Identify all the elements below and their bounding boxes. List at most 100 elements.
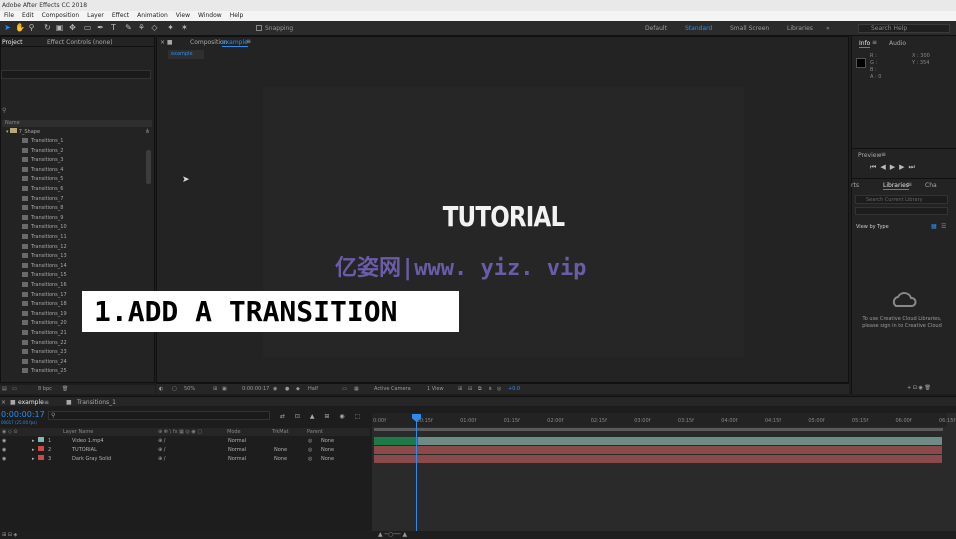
project-scrollbar[interactable]: [146, 150, 151, 184]
layer-bar-tutorial[interactable]: [374, 446, 942, 454]
menu-layer[interactable]: Layer: [83, 11, 108, 21]
project-item[interactable]: Transitions_8: [22, 204, 63, 213]
menu-file[interactable]: File: [0, 11, 18, 21]
clone-tool-icon[interactable]: ⚘: [137, 23, 146, 33]
menu-view[interactable]: View: [172, 11, 194, 21]
toggle-pixel-icon[interactable]: ⊞: [458, 384, 462, 394]
project-item[interactable]: Transitions_15: [22, 271, 67, 280]
twirl-icon[interactable]: ▸: [32, 437, 35, 446]
pickwhip-icon[interactable]: ◎: [308, 446, 312, 455]
folder-row[interactable]: ▾ 7_Shape: [6, 128, 40, 135]
tab-project[interactable]: Project: [2, 39, 23, 46]
exposure-icon[interactable]: ◎: [497, 384, 501, 394]
last-frame-icon[interactable]: ⏭: [908, 163, 918, 171]
project-item[interactable]: Transitions_14: [22, 262, 67, 271]
flowchart-icon-comp[interactable]: ⋔: [488, 384, 492, 394]
search-help-input[interactable]: Search Help: [858, 24, 950, 33]
first-frame-icon[interactable]: ⏮: [870, 163, 880, 171]
toggle-icons[interactable]: ⊞ ⊟ ◈: [2, 532, 17, 538]
library-select[interactable]: [855, 207, 948, 215]
timeline-switch-icons[interactable]: ⇄ ⊡ ▲ ⊞ ◉ ⬚: [280, 413, 364, 420]
project-item[interactable]: Transitions_11: [22, 233, 67, 242]
prev-frame-icon[interactable]: ◀: [880, 163, 889, 171]
resolution-icon[interactable]: ◆: [296, 384, 300, 394]
layer-trkmat-select[interactable]: None: [274, 446, 287, 455]
project-item[interactable]: Transitions_3: [22, 156, 63, 165]
snapping-checkbox[interactable]: [256, 25, 262, 31]
rectangle-tool-icon[interactable]: ▭: [83, 23, 92, 33]
layer-label-color[interactable]: [38, 446, 44, 451]
layer-row[interactable]: ◉ ▸ 3 Dark Gray Solid ⊕ / Normal None ◎ None: [0, 455, 370, 464]
comp-subtab[interactable]: example: [168, 50, 204, 59]
puppet-tool-icon[interactable]: ✶: [180, 23, 189, 33]
zoom-level[interactable]: 50%: [184, 384, 195, 394]
project-item[interactable]: Transitions_24: [22, 358, 67, 367]
project-item[interactable]: Transitions_22: [22, 339, 67, 348]
layer-parent-select[interactable]: None: [321, 455, 334, 464]
layer-label-color[interactable]: [38, 437, 44, 442]
flowchart-icon[interactable]: ⋔: [145, 128, 150, 135]
new-folder-icon[interactable]: ▭: [12, 386, 17, 392]
layer-bar-video[interactable]: [374, 437, 942, 445]
project-item[interactable]: Transitions_21: [22, 329, 67, 338]
zoom-slider-icon[interactable]: ▲ ─○── ▲: [378, 531, 407, 538]
pickwhip-icon[interactable]: ◎: [308, 437, 312, 446]
header-parent[interactable]: Parent: [307, 428, 323, 436]
pen-tool-icon[interactable]: ✒: [96, 23, 105, 33]
roi-icon[interactable]: ▭: [342, 384, 347, 394]
twirl-icon[interactable]: ▸: [32, 455, 35, 464]
views-select[interactable]: 1 View: [427, 384, 444, 394]
workspace-default[interactable]: Default: [645, 25, 667, 32]
menu-animation[interactable]: Animation: [133, 11, 172, 21]
bpc-label[interactable]: 8 bpc: [38, 386, 52, 392]
type-tool-icon[interactable]: T: [109, 23, 118, 33]
visibility-eye-icon[interactable]: ◉: [2, 446, 6, 455]
eraser-tool-icon[interactable]: ◇: [150, 23, 159, 33]
roto-brush-tool-icon[interactable]: ✦: [166, 23, 175, 33]
header-mode[interactable]: Mode: [227, 428, 241, 436]
project-item[interactable]: Transitions_16: [22, 281, 67, 290]
more-workspaces-icon[interactable]: »: [826, 25, 830, 32]
layer-switches[interactable]: ⊕ /: [158, 455, 165, 464]
project-item[interactable]: Transitions_17: [22, 291, 67, 300]
workspace-small-screen[interactable]: Small Screen: [730, 25, 769, 32]
twirl-icon[interactable]: ▸: [32, 446, 35, 455]
project-item[interactable]: Transitions_18: [22, 300, 67, 309]
layer-mode-select[interactable]: Normal: [228, 455, 246, 464]
workspace-standard[interactable]: Standard: [685, 25, 712, 32]
project-item[interactable]: Transitions_19: [22, 310, 67, 319]
hand-tool-icon[interactable]: ✋: [15, 23, 25, 33]
visibility-eye-icon[interactable]: ◉: [2, 437, 6, 446]
zoom-tool-icon[interactable]: ⚲: [27, 23, 36, 33]
project-item[interactable]: Transitions_25: [22, 367, 67, 376]
layer-parent-select[interactable]: None: [321, 437, 334, 446]
info-menu-icon[interactable]: ≡: [872, 39, 877, 46]
menu-edit[interactable]: Edit: [18, 11, 38, 21]
project-item[interactable]: Transitions_9: [22, 214, 63, 223]
timeline-timecode[interactable]: 0:00:00:17: [1, 410, 45, 419]
layer-name[interactable]: TUTORIAL: [72, 446, 97, 455]
library-footer-icons[interactable]: + ⊡ ◉ 🗑: [907, 385, 931, 391]
timeline-icon[interactable]: ⧉: [478, 384, 482, 394]
layer-row[interactable]: ◉ ▸ 2 TUTORIAL ⊕ / Normal None ◎ None: [0, 446, 370, 455]
layer-bar-solid[interactable]: [374, 455, 942, 463]
menu-effect[interactable]: Effect: [108, 11, 133, 21]
layer-switches[interactable]: ⊕ /: [158, 437, 165, 446]
project-item[interactable]: Transitions_5: [22, 175, 63, 184]
interpret-icon[interactable]: ▤: [2, 386, 7, 392]
camera-tool-icon[interactable]: ▣: [55, 23, 64, 33]
menu-composition[interactable]: Composition: [38, 11, 83, 21]
layer-mode-select[interactable]: Normal: [228, 437, 246, 446]
grid-icon[interactable]: ⊞: [213, 384, 217, 394]
project-item[interactable]: Transitions_10: [22, 223, 67, 232]
project-item[interactable]: Transitions_7: [22, 195, 63, 204]
rotate-tool-icon[interactable]: ↻: [43, 23, 52, 33]
layer-row[interactable]: ◉ ▸ 1 Video 1.mp4 ⊕ / Normal ◎ None: [0, 437, 370, 446]
layer-switches[interactable]: ⊕ /: [158, 446, 165, 455]
av-switches-icon[interactable]: ◉ ◇ ⊙: [2, 428, 18, 436]
grid-view-icon[interactable]: ▦: [931, 223, 937, 230]
tab-character[interactable]: Cha: [925, 182, 937, 189]
current-time-indicator[interactable]: [416, 414, 417, 539]
project-item[interactable]: Transitions_20: [22, 319, 67, 328]
layer-label-color[interactable]: [38, 455, 44, 460]
